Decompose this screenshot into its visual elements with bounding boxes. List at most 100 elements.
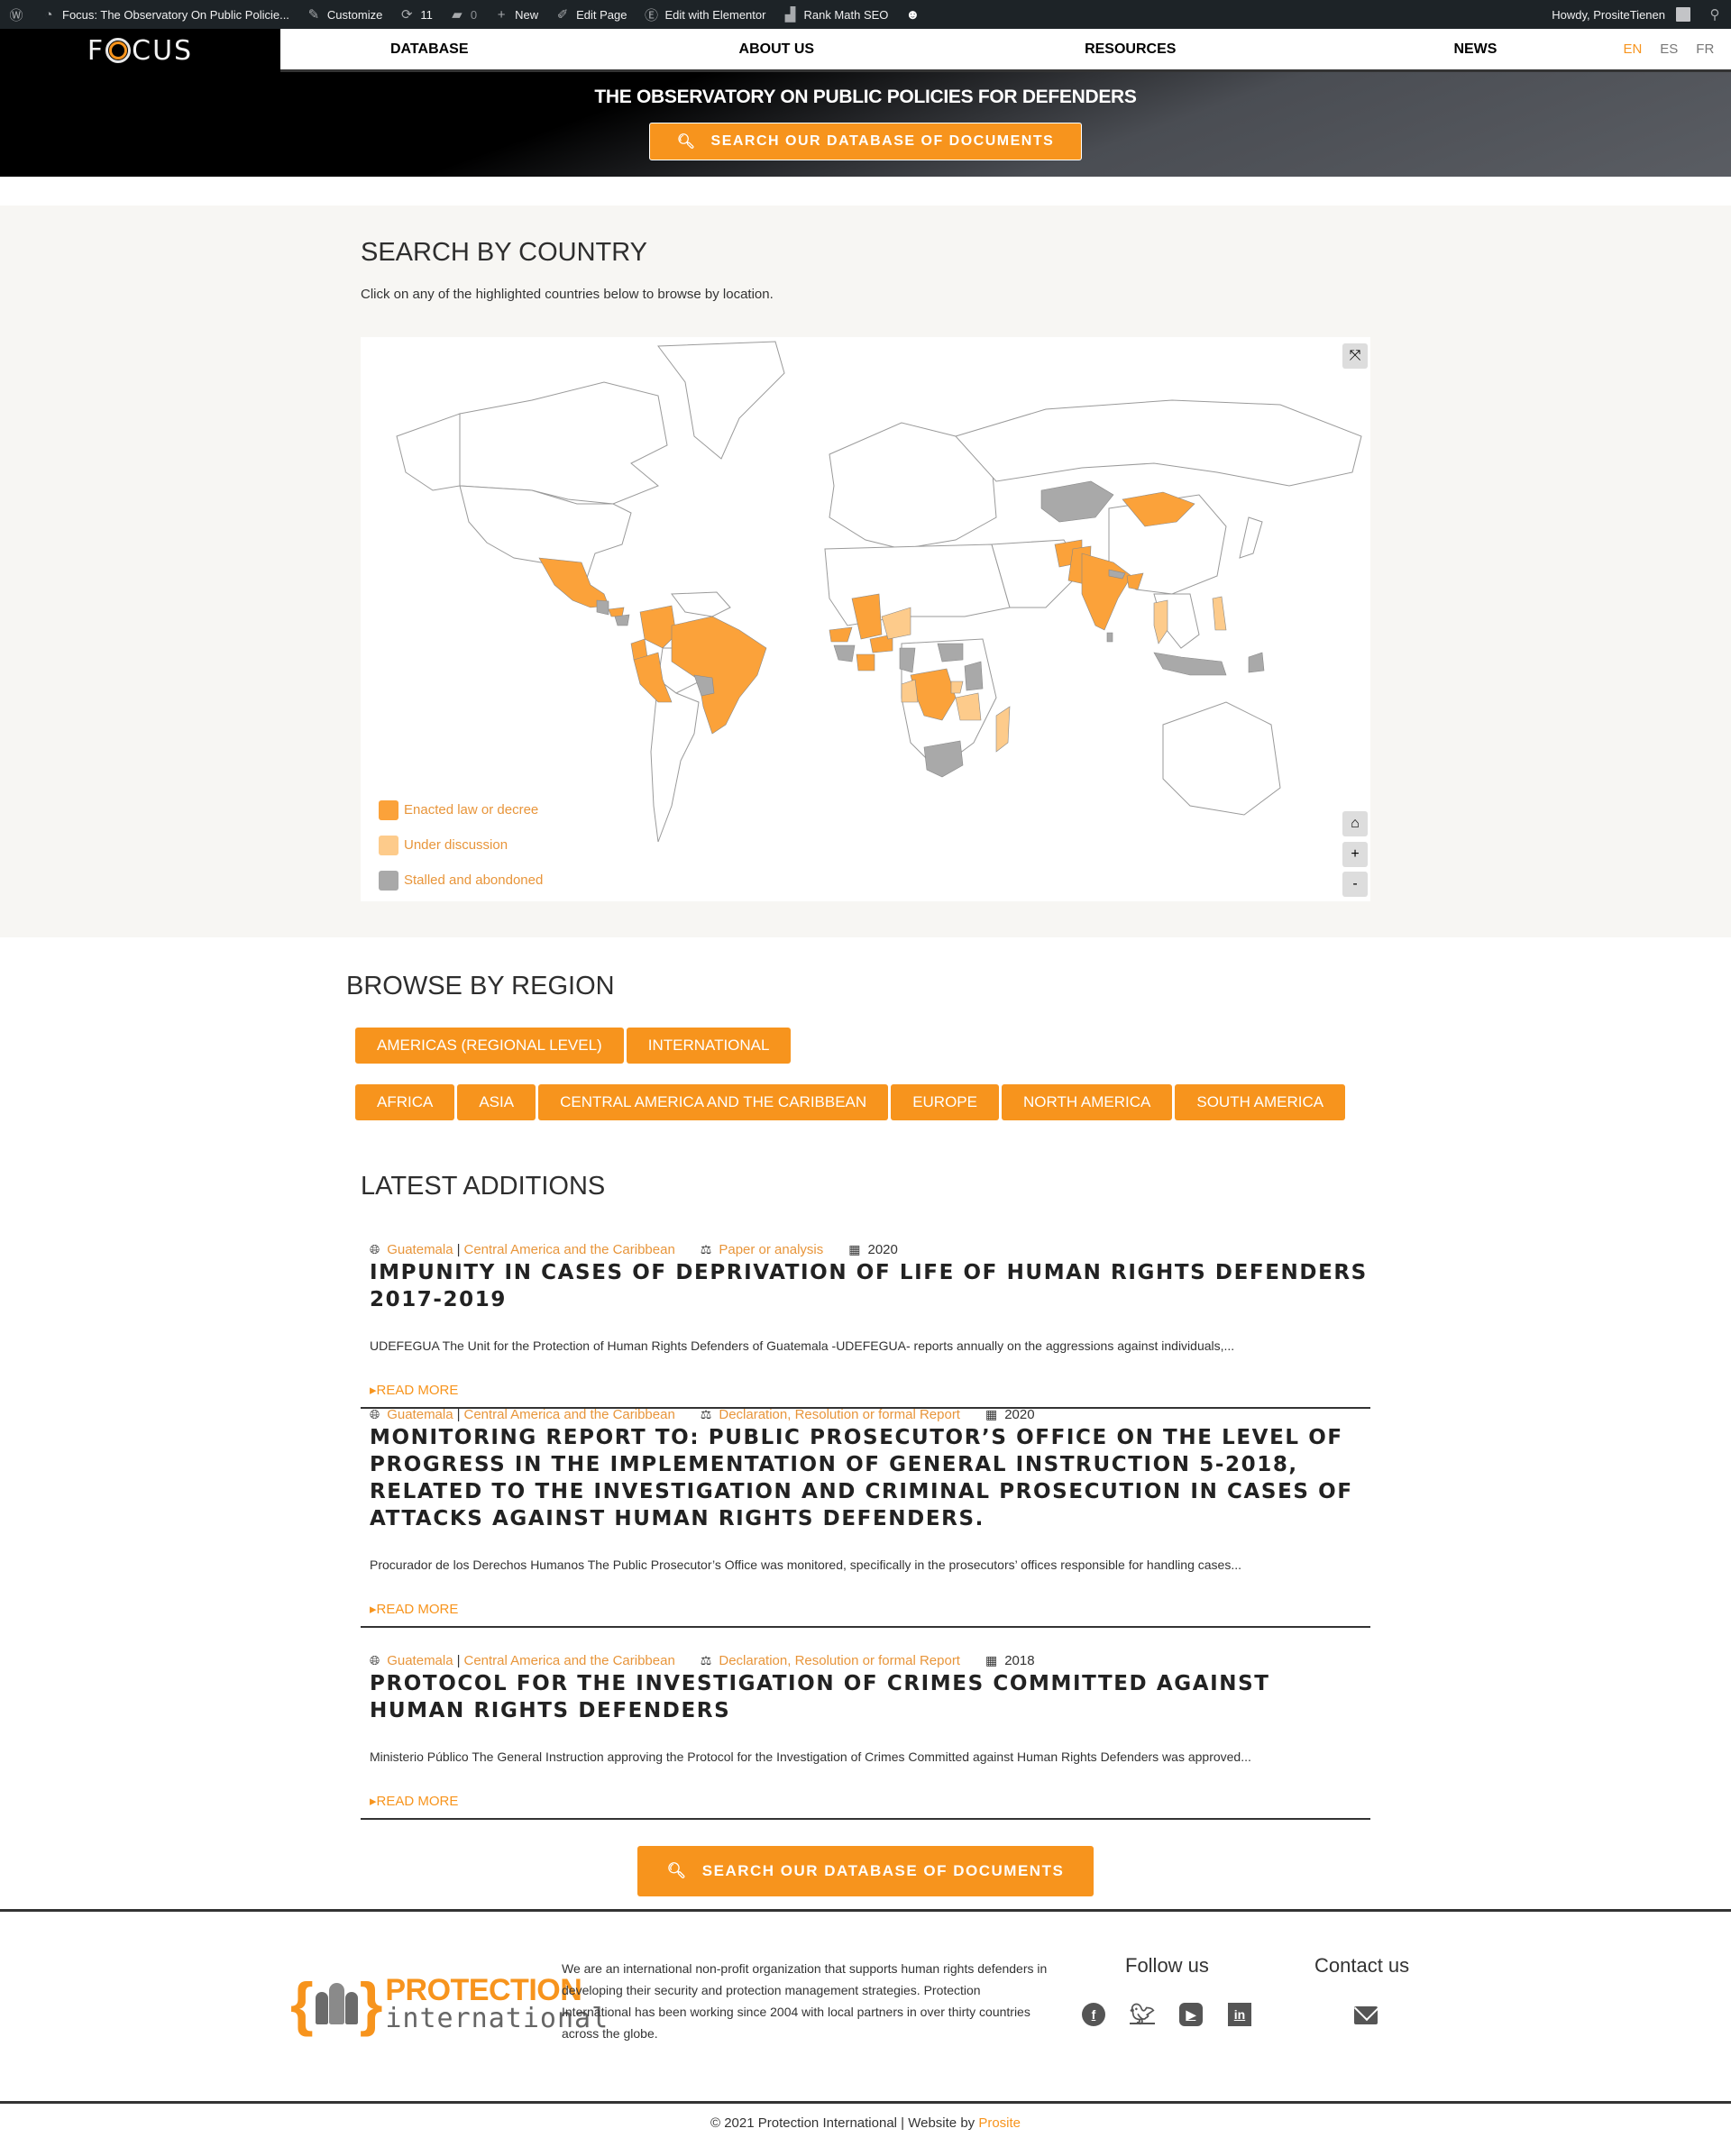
wordpress-icon: Ⓦ xyxy=(9,7,23,23)
article-title[interactable]: PROTOCOL FOR THE INVESTIGATION OF CRIMES… xyxy=(361,1670,1370,1724)
article-meta: 🌐︎ Guatemala | Central America and the Ca… xyxy=(370,1653,1035,1668)
youtube-icon[interactable]: ▶ xyxy=(1179,2003,1203,2026)
site-name-link[interactable]: ◔ Focus: The Observatory On Public Polici… xyxy=(32,0,298,29)
map-home-button[interactable]: ⌂ xyxy=(1342,811,1368,836)
country-link[interactable]: Guatemala xyxy=(387,1407,453,1422)
nav-news[interactable]: NEWS xyxy=(1453,41,1497,58)
updates-icon: ⟳ xyxy=(401,7,413,23)
region-international[interactable]: INTERNATIONAL xyxy=(626,1028,792,1064)
divider xyxy=(0,2101,1731,2104)
globe-icon: 🌐︎ xyxy=(370,1653,380,1667)
country-south-sudan xyxy=(937,643,964,662)
article-title[interactable]: IMPUNITY IN CASES OF DEPRIVATION OF LIFE… xyxy=(361,1259,1370,1313)
nav-resources[interactable]: RESOURCES xyxy=(1085,41,1176,58)
linkedin-icon[interactable]: in xyxy=(1228,2003,1251,2026)
doc-type-link[interactable]: Declaration, Resolution or formal Report xyxy=(719,1407,960,1422)
region-south-america[interactable]: SOUTH AMERICA xyxy=(1175,1084,1346,1120)
scales-icon: ⚖ xyxy=(700,1242,712,1256)
customize-link[interactable]: ✎ Customize xyxy=(298,0,390,29)
article-item: 🌐︎ Guatemala | Central America and the Ca… xyxy=(361,1407,1370,1628)
smiley-link[interactable]: ☻ xyxy=(896,0,929,29)
facebook-icon[interactable]: f xyxy=(1082,2003,1105,2026)
region-central-america-caribbean[interactable]: CENTRAL AMERICA AND THE CARIBBEAN xyxy=(538,1084,889,1120)
read-more-link[interactable]: ▸READ MORE xyxy=(361,1793,1370,1809)
country-cameroon xyxy=(899,647,916,673)
read-more-link[interactable]: ▸READ MORE xyxy=(361,1601,1370,1617)
region-americas-regional[interactable]: AMERICAS (REGIONAL LEVEL) xyxy=(355,1028,624,1064)
nav-database[interactable]: DATABASE xyxy=(390,41,469,58)
comment-icon: ▰ xyxy=(452,7,463,23)
article-excerpt: Procurador de los Derechos Humanos The P… xyxy=(370,1558,1241,1572)
my-account-link[interactable]: Howdy, PrositeTienen xyxy=(1543,0,1699,29)
mail-icon[interactable] xyxy=(1354,2006,1378,2024)
country-tanzania xyxy=(955,692,982,721)
globe-icon: 🌐︎ xyxy=(370,1242,380,1256)
country-indonesia xyxy=(1153,652,1227,676)
article-title[interactable]: MONITORING REPORT TO: PUBLIC PROSECUTOR’… xyxy=(361,1424,1370,1532)
divider xyxy=(0,1909,1731,1912)
wp-admin-bar: Ⓦ ◔ Focus: The Observatory On Public Poli… xyxy=(0,0,1731,29)
zoom-in-button[interactable]: + xyxy=(1342,842,1368,867)
doc-type-link[interactable]: Declaration, Resolution or formal Report xyxy=(719,1653,960,1668)
region-asia[interactable]: ASIA xyxy=(457,1084,536,1120)
read-more-link[interactable]: ▸READ MORE xyxy=(361,1382,1370,1398)
section-hint: Click on any of the highlighted countrie… xyxy=(361,287,774,302)
country-guatemala xyxy=(596,599,609,616)
fullscreen-icon: ⤧ xyxy=(1349,348,1361,363)
country-link[interactable]: Guatemala xyxy=(387,1653,453,1668)
updates-link[interactable]: ⟳ 11 xyxy=(390,0,441,29)
calendar-icon: ▦ xyxy=(848,1242,861,1256)
calendar-icon: ▦ xyxy=(985,1653,998,1667)
legend-swatch xyxy=(379,835,398,855)
search-icon: 🔍︎ xyxy=(666,1862,688,1879)
nav-about-us[interactable]: ABOUT US xyxy=(739,41,815,58)
region-north-america[interactable]: NORTH AMERICA xyxy=(1001,1084,1173,1120)
article-item: 🌐︎ Guatemala | Central America and the Ca… xyxy=(361,1242,1370,1409)
country-thailand xyxy=(1153,599,1168,644)
country-south-africa xyxy=(923,740,964,778)
rank-math-link[interactable]: ▟ Rank Math SEO xyxy=(774,0,896,29)
focus-logo-link[interactable]: F CUS xyxy=(0,29,280,72)
search-icon: 🔍︎ xyxy=(676,134,697,150)
elementor-icon: Ⓔ xyxy=(644,7,658,23)
region-africa[interactable]: AFRICA xyxy=(355,1084,455,1120)
region-link[interactable]: Central America and the Caribbean xyxy=(463,1407,674,1422)
country-colombia xyxy=(639,605,677,649)
copyright: © 2021 Protection International | Websit… xyxy=(710,2115,1021,2131)
lang-en[interactable]: EN xyxy=(1623,41,1642,57)
new-content-link[interactable]: + New xyxy=(485,0,546,29)
article-item: 🌐︎ Guatemala | Central America and the Ca… xyxy=(361,1653,1370,1820)
bottom-search-database-button[interactable]: 🔍︎ SEARCH OUR DATABASE OF DOCUMENTS xyxy=(637,1846,1094,1896)
world-map[interactable]: ⤧ ⌂ + - Enacted law or decree Under disc… xyxy=(361,337,1370,901)
lang-es[interactable]: ES xyxy=(1660,41,1678,57)
globe-icon: 🌐︎ xyxy=(370,1407,380,1421)
country-guinea xyxy=(833,644,856,662)
country-link[interactable]: Guatemala xyxy=(387,1242,453,1257)
region-link[interactable]: Central America and the Caribbean xyxy=(463,1653,674,1668)
article-excerpt: UDEFEGUA The Unit for the Protection of … xyxy=(370,1338,1235,1353)
lang-fr[interactable]: FR xyxy=(1696,41,1714,57)
admin-search-button[interactable]: ⚲ xyxy=(1699,0,1731,29)
country-argentina-chile xyxy=(650,679,700,843)
prosite-link[interactable]: Prosite xyxy=(978,2115,1021,2131)
edit-elementor-link[interactable]: Ⓔ Edit with Elementor xyxy=(635,0,774,29)
calendar-icon: ▦ xyxy=(985,1407,998,1421)
comments-link[interactable]: ▰ 0 xyxy=(441,0,485,29)
zoom-out-button[interactable]: - xyxy=(1342,872,1368,897)
legend-item-stalled: Stalled and abondoned xyxy=(379,863,543,898)
region-europe[interactable]: EUROPE xyxy=(891,1084,999,1120)
twitter-icon[interactable]: 🐦︎ xyxy=(1130,2003,1155,2026)
avatar xyxy=(1676,7,1690,22)
country-alaska xyxy=(396,413,461,491)
latest-additions-title: LATEST ADDITIONS xyxy=(361,1172,606,1201)
hero-search-database-button[interactable]: 🔍︎ SEARCH OUR DATABASE OF DOCUMENTS xyxy=(649,123,1082,160)
fullscreen-button[interactable]: ⤧ xyxy=(1342,343,1368,369)
wp-logo-button[interactable]: Ⓦ xyxy=(0,0,32,29)
region-link[interactable]: Central America and the Caribbean xyxy=(463,1242,674,1257)
follow-us-title: Follow us xyxy=(1125,1954,1209,1977)
region-north-africa xyxy=(824,544,1011,626)
social-links: f 🐦︎ ▶ in xyxy=(1082,2003,1251,2026)
doc-type-link[interactable]: Paper or analysis xyxy=(719,1242,823,1257)
edit-page-link[interactable]: ✐ Edit Page xyxy=(546,0,635,29)
language-switcher: EN ES FR xyxy=(1623,41,1714,57)
